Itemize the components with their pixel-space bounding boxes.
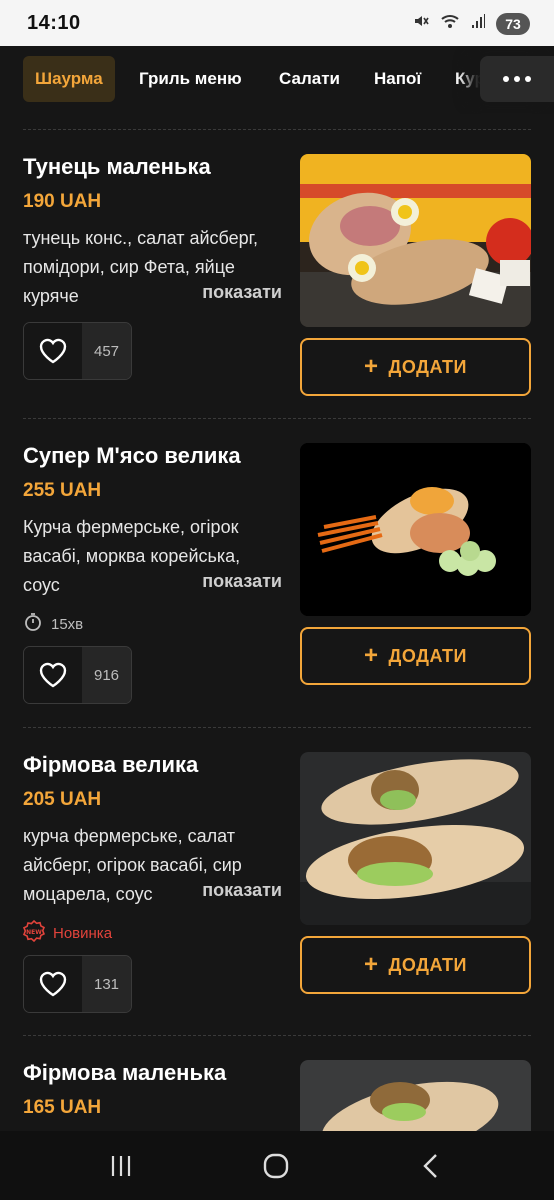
heart-icon[interactable]	[24, 323, 82, 379]
new-badge-icon: NEW	[22, 919, 46, 946]
divider	[23, 418, 531, 419]
recent-apps-icon[interactable]	[101, 1149, 141, 1183]
product-image[interactable]	[300, 443, 531, 616]
like-count: 131	[82, 956, 132, 1012]
add-to-cart-button[interactable]: + ДОДАТИ	[300, 338, 531, 396]
plus-icon: +	[364, 353, 379, 380]
add-button-label: ДОДАТИ	[388, 645, 467, 666]
product-title[interactable]: Фірмова маленька	[23, 1060, 226, 1086]
product-image[interactable]	[300, 752, 531, 925]
like-control[interactable]: 916	[23, 646, 133, 704]
divider	[23, 129, 531, 130]
product-image[interactable]	[300, 154, 531, 327]
tab-drinks[interactable]: Напої	[374, 56, 421, 102]
product-card-signature-small: Фірмова маленька 165 UAH	[0, 1036, 554, 1131]
add-button-label: ДОДАТИ	[388, 954, 467, 975]
mute-icon	[412, 12, 430, 35]
timer-icon	[23, 612, 43, 636]
wifi-icon	[440, 12, 460, 35]
system-navigation-bar	[0, 1131, 554, 1200]
more-dots-icon	[503, 76, 509, 82]
heart-icon[interactable]	[24, 647, 82, 703]
cooking-time: 15хв	[23, 612, 83, 636]
product-price: 205 UAH	[23, 789, 102, 810]
show-more-link[interactable]: показати	[160, 282, 282, 311]
status-time: 14:10	[27, 12, 81, 34]
tab-grill-menu[interactable]: Гриль меню	[139, 56, 242, 102]
product-title[interactable]: Фірмова велика	[23, 752, 198, 778]
status-icons: 73	[412, 12, 530, 35]
add-to-cart-button[interactable]: + ДОДАТИ	[300, 627, 531, 685]
like-count: 916	[82, 647, 132, 703]
tab-shawarma[interactable]: Шаурма	[23, 56, 115, 102]
status-bar: 14:10 73	[0, 0, 554, 46]
add-button-label: ДОДАТИ	[388, 356, 467, 377]
like-count: 457	[82, 323, 132, 379]
product-image[interactable]	[300, 1060, 531, 1131]
plus-icon: +	[364, 951, 379, 978]
product-price: 165 UAH	[23, 1097, 102, 1118]
product-title[interactable]: Тунець маленька	[23, 154, 211, 180]
home-icon[interactable]	[256, 1149, 296, 1183]
like-control[interactable]: 131	[23, 955, 133, 1013]
new-badge: NEW Новинка	[22, 919, 113, 946]
svg-text:NEW: NEW	[26, 929, 42, 936]
back-icon[interactable]	[411, 1149, 451, 1183]
show-more-link[interactable]: показати	[160, 571, 282, 600]
add-to-cart-button[interactable]: + ДОДАТИ	[300, 936, 531, 994]
show-more-link[interactable]: показати	[160, 880, 282, 909]
like-control[interactable]: 457	[23, 322, 133, 380]
tab-salads[interactable]: Салати	[279, 56, 340, 102]
more-categories-button[interactable]	[480, 56, 554, 102]
heart-icon[interactable]	[24, 956, 82, 1012]
product-price: 255 UAH	[23, 480, 102, 501]
plus-icon: +	[364, 642, 379, 669]
battery-icon: 73	[496, 12, 530, 35]
product-price: 190 UAH	[23, 191, 102, 212]
signal-icon	[470, 12, 486, 35]
category-tabs: Шаурма Гриль меню Салати Напої Кур	[0, 46, 554, 114]
cooking-time-label: 15хв	[51, 615, 84, 633]
divider	[23, 727, 531, 728]
new-badge-label: Новинка	[53, 924, 113, 942]
product-title[interactable]: Супер М'ясо велика	[23, 443, 241, 469]
